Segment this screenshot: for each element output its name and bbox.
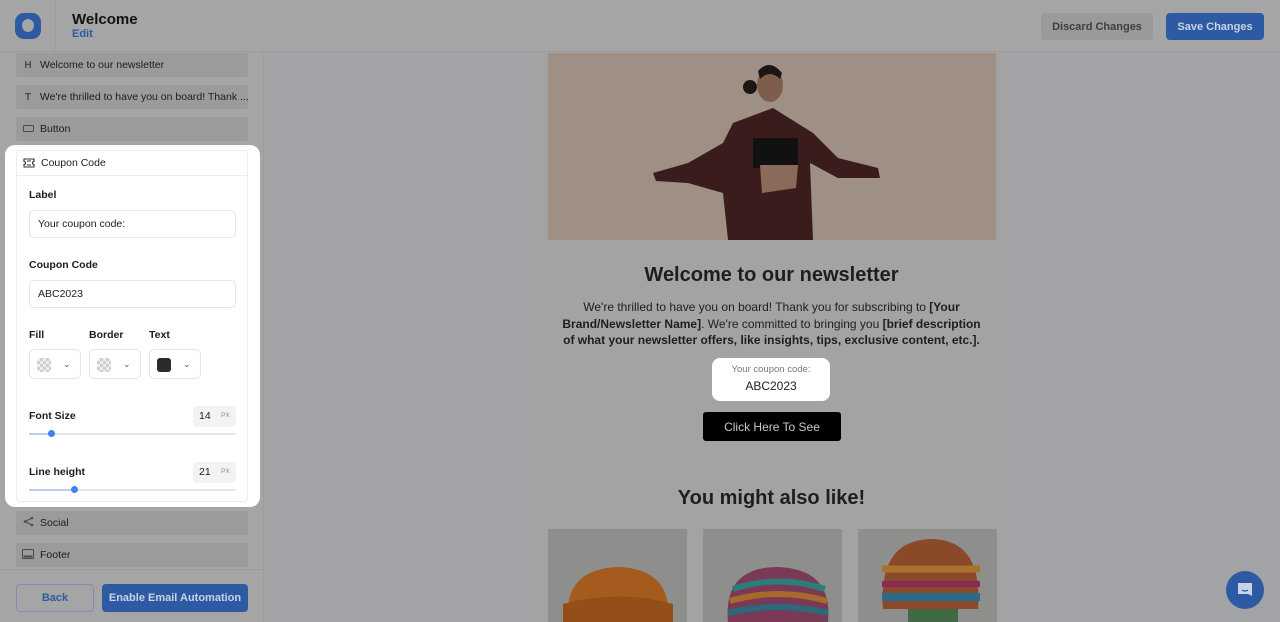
page-title: Welcome — [72, 11, 138, 28]
panel-title: Coupon Code — [41, 157, 106, 169]
ticket-icon — [17, 158, 41, 168]
email-body-segment: We're thrilled to have you on board! Tha… — [583, 300, 930, 314]
email-preview: Welcome to our newsletter We're thrilled… — [531, 53, 1012, 622]
email-heading[interactable]: Welcome to our newsletter — [531, 264, 1012, 287]
line-height-label: Line height — [29, 466, 85, 478]
border-color-picker[interactable]: ⌄ — [89, 349, 141, 379]
text-icon: T — [24, 91, 32, 103]
logo-cell — [0, 0, 56, 52]
edit-title-link[interactable]: Edit — [72, 28, 93, 40]
block-item-label: Footer — [40, 549, 71, 561]
font-size-value: 14 — [199, 410, 211, 422]
block-item-label: Social — [40, 517, 69, 529]
sidebar-footer: Back Enable Email Automation — [0, 569, 264, 622]
app-logo-icon[interactable] — [15, 13, 41, 39]
slider-thumb[interactable] — [48, 430, 56, 437]
product-image-rainbow-beanie[interactable] — [858, 529, 997, 622]
product-image-orange-beanie[interactable] — [548, 529, 687, 622]
label-field-label: Label — [29, 189, 57, 201]
coupon-code-input[interactable] — [29, 280, 236, 308]
hero-image[interactable] — [548, 53, 996, 240]
cta-button[interactable]: Click Here To See — [703, 412, 841, 441]
email-body-text[interactable]: We're thrilled to have you on board! Tha… — [561, 299, 982, 349]
block-item-label: Button — [40, 123, 71, 135]
share-icon — [16, 516, 40, 530]
chat-widget-button[interactable] — [1226, 571, 1264, 609]
coupon-block[interactable]: Your coupon code: ABC2023 — [712, 358, 830, 401]
block-item-label: Welcome to our newsletter — [40, 59, 165, 71]
fill-color-picker[interactable]: ⌄ — [29, 349, 81, 379]
back-button[interactable]: Back — [16, 584, 94, 612]
enable-email-automation-button[interactable]: Enable Email Automation — [102, 584, 248, 612]
footer-icon — [16, 548, 40, 562]
panel-header[interactable]: Coupon Code — [17, 151, 247, 176]
heading-icon: H — [24, 59, 32, 71]
chevron-down-icon: ⌄ — [63, 359, 71, 369]
font-size-slider[interactable] — [29, 430, 236, 437]
font-size-input[interactable]: 14 PX — [193, 406, 236, 427]
coupon-block-label: Your coupon code: — [731, 364, 811, 375]
save-changes-button[interactable]: Save Changes — [1166, 13, 1264, 40]
line-height-input[interactable]: 21 PX — [193, 462, 236, 483]
block-item-heading[interactable]: H Welcome to our newsletter — [16, 53, 248, 77]
coupon-settings-panel: Coupon Code Label Coupon Code Fill Borde… — [16, 150, 248, 502]
chevron-down-icon: ⌄ — [183, 359, 191, 369]
text-color-label: Text — [149, 329, 170, 341]
font-size-unit: PX — [221, 412, 230, 419]
coupon-label-input[interactable] — [29, 210, 236, 238]
line-height-slider[interactable] — [29, 486, 236, 493]
coupon-block-code: ABC2023 — [745, 379, 797, 393]
email-body-segment: . We're committed to bringing you — [701, 316, 883, 331]
text-color-picker[interactable]: ⌄ — [149, 349, 201, 379]
block-item-text[interactable]: T We're thrilled to have you on board! T… — [16, 85, 248, 109]
line-height-unit: PX — [221, 468, 230, 475]
line-height-value: 21 — [199, 466, 211, 478]
block-item-social[interactable]: Social — [16, 511, 248, 535]
chat-icon — [1238, 583, 1252, 596]
block-item-footer[interactable]: Footer — [16, 543, 248, 567]
block-item-label: We're thrilled to have you on board! Tha… — [39, 91, 248, 103]
coupon-code-field-label: Coupon Code — [29, 259, 98, 271]
products-heading[interactable]: You might also like! — [531, 487, 1012, 510]
email-body-segment: . — [976, 333, 980, 347]
block-item-button[interactable]: Button — [16, 117, 248, 141]
font-size-label: Font Size — [29, 410, 76, 422]
top-bar: Welcome Edit Discard Changes Save Change… — [0, 0, 1280, 52]
coupon-settings-highlight: Coupon Code Label Coupon Code Fill Borde… — [5, 145, 260, 507]
transparent-swatch-icon — [97, 358, 111, 372]
fill-label: Fill — [29, 329, 45, 341]
slider-thumb[interactable] — [71, 486, 79, 493]
button-icon — [16, 124, 40, 135]
product-image-striped-beanie[interactable] — [703, 529, 842, 622]
discard-changes-button[interactable]: Discard Changes — [1041, 13, 1153, 40]
slider-fill — [29, 489, 75, 491]
chevron-down-icon: ⌄ — [123, 359, 131, 369]
color-swatch-icon — [157, 358, 171, 372]
border-label: Border — [89, 329, 124, 341]
transparent-swatch-icon — [37, 358, 51, 372]
